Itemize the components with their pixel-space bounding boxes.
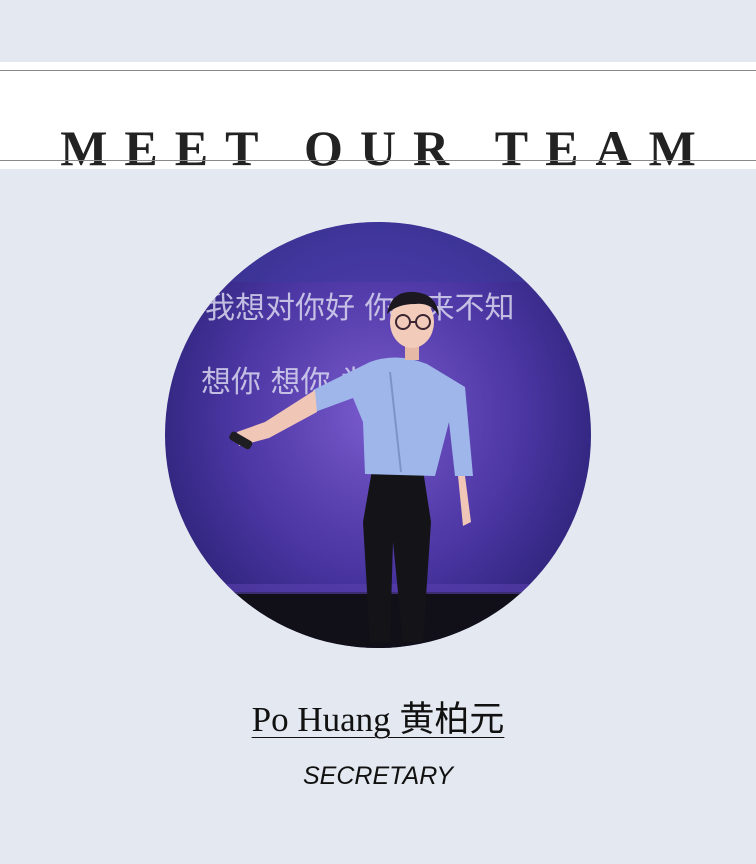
member-role: SECRETARY (302, 762, 454, 790)
member-name-link[interactable]: Po Huang 黄柏元 (0, 698, 756, 742)
team-member-photo: 我想对你好 你从来不知 想你 想你 为嗜好 (165, 222, 591, 648)
header-bottom-rule (0, 160, 756, 161)
screen-subtitle-line-1: 我想对你好 你从来不知 (205, 291, 515, 326)
team-header: MEET OUR TEAM (0, 62, 756, 176)
stage-photo-illustration: 我想对你好 你从来不知 想你 想你 为嗜好 (165, 222, 591, 648)
page-title: MEET OUR TEAM (60, 119, 713, 176)
header-top-rule (0, 70, 756, 71)
